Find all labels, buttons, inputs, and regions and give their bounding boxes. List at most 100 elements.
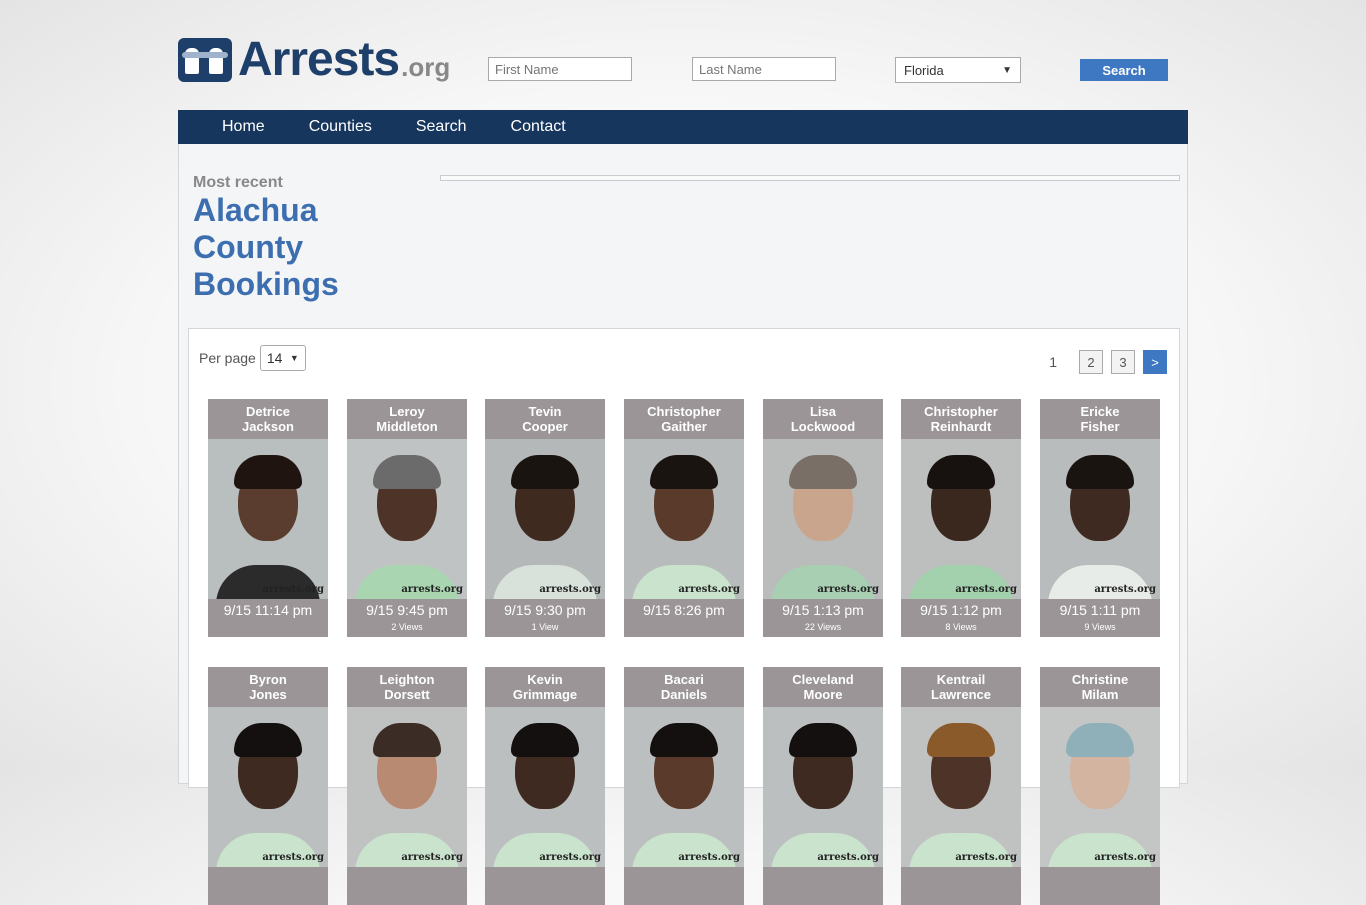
per-page-select[interactable]: 14 ▼	[259, 345, 306, 371]
page-2-button[interactable]: 2	[1079, 350, 1103, 374]
booking-card[interactable]: Cleveland Moore arrests.org	[763, 667, 883, 905]
booking-first-name: Lisa	[809, 404, 836, 419]
booking-time: 9/15 9:45 pm	[366, 602, 448, 618]
booking-first-name: Ericke	[1080, 404, 1120, 419]
booking-last-name: Jackson	[241, 419, 295, 434]
booking-card[interactable]: Detrice Jackson arrests.org 9/15 11:14 pm	[208, 399, 328, 637]
mugshot-hair	[650, 723, 718, 757]
mugshot-photo[interactable]: arrests.org	[347, 707, 467, 867]
site-logo[interactable]: Arrests .org	[178, 34, 451, 84]
logo-tld: .org	[401, 52, 451, 82]
watermark: arrests.org	[539, 852, 601, 863]
mugshot-photo[interactable]: arrests.org	[208, 707, 328, 867]
nav-counties[interactable]: Counties	[309, 118, 372, 136]
watermark: arrests.org	[1094, 852, 1156, 863]
mugshot-hair	[927, 723, 995, 757]
booking-last-name: Dorsett	[384, 687, 430, 702]
nav-contact[interactable]: Contact	[511, 118, 566, 136]
booking-card[interactable]: Leighton Dorsett arrests.org	[347, 667, 467, 905]
booking-first-name: Christopher	[647, 404, 721, 419]
booking-first-name: Leighton	[379, 672, 435, 687]
page-3-button[interactable]: 3	[1111, 350, 1135, 374]
last-name-input[interactable]	[692, 57, 836, 81]
booking-name[interactable]: Leroy Middleton	[347, 399, 467, 439]
mugshot-photo[interactable]: arrests.org	[485, 707, 605, 867]
booking-first-name: Christine	[1071, 672, 1129, 687]
booking-name[interactable]: Byron Jones	[208, 667, 328, 707]
booking-last-name: Fisher	[1080, 419, 1120, 434]
booking-last-name: Reinhardt	[930, 419, 992, 434]
booking-card[interactable]: Leroy Middleton arrests.org 9/15 9:45 pm 2 V…	[347, 399, 467, 637]
booking-card[interactable]: Kevin Grimmage arrests.org	[485, 667, 605, 905]
booking-first-name: Kentrail	[936, 672, 986, 687]
bookings-panel: Per page 14 ▼ 1 2 3 > Detrice Jackson arre…	[188, 328, 1180, 905]
main-content: Most recent Alachua County Bookings Per …	[178, 144, 1188, 905]
mugshot-hair	[511, 455, 579, 489]
mugshot-photo[interactable]: arrests.org	[208, 439, 328, 599]
booking-last-name: Middleton	[376, 419, 438, 434]
booking-first-name: Byron	[249, 672, 287, 687]
booking-name[interactable]: Kevin Grimmage	[485, 667, 605, 707]
first-name-input[interactable]	[488, 57, 632, 81]
next-page-button[interactable]: >	[1143, 350, 1167, 374]
mugshot-photo[interactable]: arrests.org	[485, 439, 605, 599]
booking-name[interactable]: Bacari Daniels	[624, 667, 744, 707]
booking-name[interactable]: Christine Milam	[1040, 667, 1160, 707]
state-select-value: Florida	[904, 62, 944, 78]
watermark: arrests.org	[539, 584, 601, 595]
state-select[interactable]: Florida ▼	[895, 57, 1021, 83]
mugshot-hair	[373, 455, 441, 489]
booking-last-name: Grimmage	[512, 687, 578, 702]
booking-card[interactable]: Tevin Cooper arrests.org 9/15 9:30 pm 1 View	[485, 399, 605, 637]
booking-name[interactable]: Kentrail Lawrence	[901, 667, 1021, 707]
per-page-control: Per page 14 ▼	[199, 345, 306, 371]
watermark: arrests.org	[678, 584, 740, 595]
mugshot-photo[interactable]: arrests.org	[624, 707, 744, 867]
mugshot-hair	[234, 723, 302, 757]
nav-search[interactable]: Search	[416, 118, 467, 136]
booking-name[interactable]: Christopher Gaither	[624, 399, 744, 439]
watermark: arrests.org	[817, 584, 879, 595]
booking-card[interactable]: Christopher Gaither arrests.org 9/15 8:26 p…	[624, 399, 744, 637]
booking-card[interactable]: Byron Jones arrests.org	[208, 667, 328, 905]
mugshot-hair	[789, 723, 857, 757]
mugshot-hair	[650, 455, 718, 489]
booking-name[interactable]: Leighton Dorsett	[347, 667, 467, 707]
mugshot-hair	[511, 723, 579, 757]
mugshot-photo[interactable]: arrests.org	[901, 439, 1021, 599]
mugshot-photo[interactable]: arrests.org	[1040, 707, 1160, 867]
booking-card[interactable]: Christine Milam arrests.org	[1040, 667, 1160, 905]
booking-card[interactable]: Kentrail Lawrence arrests.org	[901, 667, 1021, 905]
nav-home[interactable]: Home	[222, 118, 265, 136]
watermark: arrests.org	[955, 852, 1017, 863]
booking-last-name: Lawrence	[931, 687, 991, 702]
mugshot-photo[interactable]: arrests.org	[624, 439, 744, 599]
mugshot-photo[interactable]: arrests.org	[1040, 439, 1160, 599]
booking-views: 8 Views	[945, 622, 977, 632]
booking-card[interactable]: Ericke Fisher arrests.org 9/15 1:11 pm 9 Vie…	[1040, 399, 1160, 637]
mugshot-photo[interactable]: arrests.org	[763, 707, 883, 867]
booking-card[interactable]: Bacari Daniels arrests.org	[624, 667, 744, 905]
booking-name[interactable]: Christopher Reinhardt	[901, 399, 1021, 439]
search-button[interactable]: Search	[1080, 59, 1168, 81]
most-recent-label: Most recent	[193, 174, 283, 191]
booking-time: 9/15 1:13 pm	[782, 602, 864, 618]
mugshot-photo[interactable]: arrests.org	[901, 707, 1021, 867]
booking-name[interactable]: Ericke Fisher	[1040, 399, 1160, 439]
per-page-value: 14	[266, 350, 283, 366]
mugshot-photo[interactable]: arrests.org	[347, 439, 467, 599]
booking-views: 1 View	[531, 622, 559, 632]
booking-first-name: Tevin	[528, 404, 562, 419]
booking-last-name: Jones	[249, 687, 287, 702]
booking-name[interactable]: Detrice Jackson	[208, 399, 328, 439]
booking-card[interactable]: Lisa Lockwood arrests.org 9/15 1:13 pm 22 Vi…	[763, 399, 883, 637]
booking-name[interactable]: Lisa Lockwood	[763, 399, 883, 439]
mugshot-hair	[373, 723, 441, 757]
booking-name[interactable]: Cleveland Moore	[763, 667, 883, 707]
booking-card[interactable]: Christopher Reinhardt arrests.org 9/15 1:12…	[901, 399, 1021, 637]
mugshot-hair	[1066, 455, 1134, 489]
booking-first-name: Cleveland	[792, 672, 854, 687]
site-header: Arrests .org Florida ▼ Search	[0, 0, 1366, 110]
booking-name[interactable]: Tevin Cooper	[485, 399, 605, 439]
mugshot-photo[interactable]: arrests.org	[763, 439, 883, 599]
